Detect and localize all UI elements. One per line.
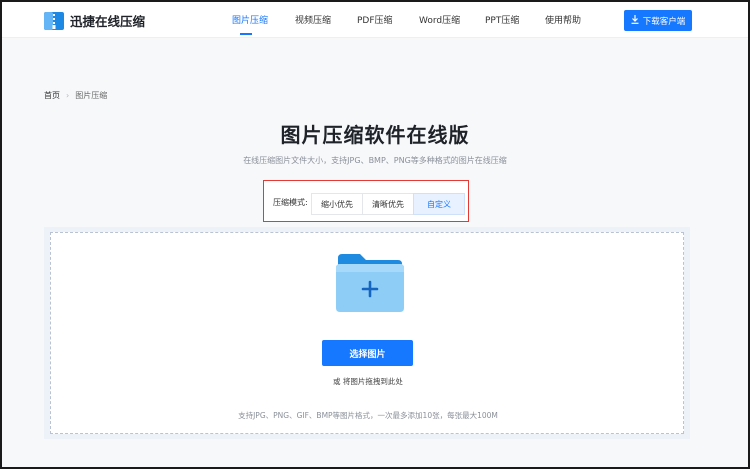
- breadcrumb-home[interactable]: 首页: [44, 90, 60, 101]
- main-content: 首页 › 图片压缩 图片压缩软件在线版 在线压缩图片文件大小，支持JPG、BMP…: [2, 39, 748, 467]
- breadcrumb-separator: ›: [66, 91, 70, 100]
- drop-zone[interactable]: 选择图片 或 将图片拖拽到此处 支持JPG、PNG、GIF、BMP等图片格式，一…: [50, 232, 684, 434]
- page-title: 图片压缩软件在线版: [280, 123, 470, 147]
- logo[interactable]: 迅捷在线压缩: [44, 11, 145, 30]
- upload-area: 选择图片 或 将图片拖拽到此处 支持JPG、PNG、GIF、BMP等图片格式，一…: [44, 227, 690, 439]
- nav-item-image-compress[interactable]: 图片压缩: [232, 13, 268, 26]
- mode-option-clarity-first[interactable]: 清晰优先: [362, 193, 414, 215]
- breadcrumb: 首页 › 图片压缩: [44, 90, 107, 101]
- compress-mode-selector: 压缩模式: 缩小优先 清晰优先 自定义: [263, 180, 469, 222]
- nav-item-word-compress[interactable]: Word压缩: [419, 13, 460, 26]
- nav-item-video-compress[interactable]: 视频压缩: [295, 13, 331, 26]
- mode-option-size-first[interactable]: 缩小优先: [311, 193, 363, 215]
- breadcrumb-current: 图片压缩: [75, 91, 108, 100]
- drag-hint-text: 或 将图片拖拽到此处: [333, 377, 403, 386]
- nav-item-help[interactable]: 使用帮助: [545, 13, 581, 26]
- compress-mode-label: 压缩模式:: [273, 198, 308, 207]
- nav-item-pdf-compress[interactable]: PDF压缩: [357, 13, 393, 26]
- choose-image-button[interactable]: 选择图片: [322, 340, 413, 366]
- folder-add-icon[interactable]: [334, 252, 406, 314]
- top-nav-bar: 迅捷在线压缩 图片压缩 视频压缩 PDF压缩 Word压缩 PPT压缩 使用帮助…: [2, 2, 748, 38]
- supported-formats-text: 支持JPG、PNG、GIF、BMP等图片格式，一次最多添加10张，每张最大100…: [238, 411, 498, 420]
- logo-text: 迅捷在线压缩: [70, 14, 146, 29]
- page-subtitle: 在线压缩图片文件大小，支持JPG、BMP、PNG等多种格式的图片在线压缩: [243, 156, 507, 165]
- nav-active-indicator: [240, 33, 252, 35]
- zip-folder-icon: [44, 11, 64, 30]
- nav-item-ppt-compress[interactable]: PPT压缩: [485, 13, 519, 26]
- download-client-label: 下载客户端: [642, 16, 686, 27]
- mode-option-custom[interactable]: 自定义: [413, 193, 465, 215]
- download-icon: [631, 14, 639, 27]
- download-client-button[interactable]: 下载客户端: [624, 10, 692, 31]
